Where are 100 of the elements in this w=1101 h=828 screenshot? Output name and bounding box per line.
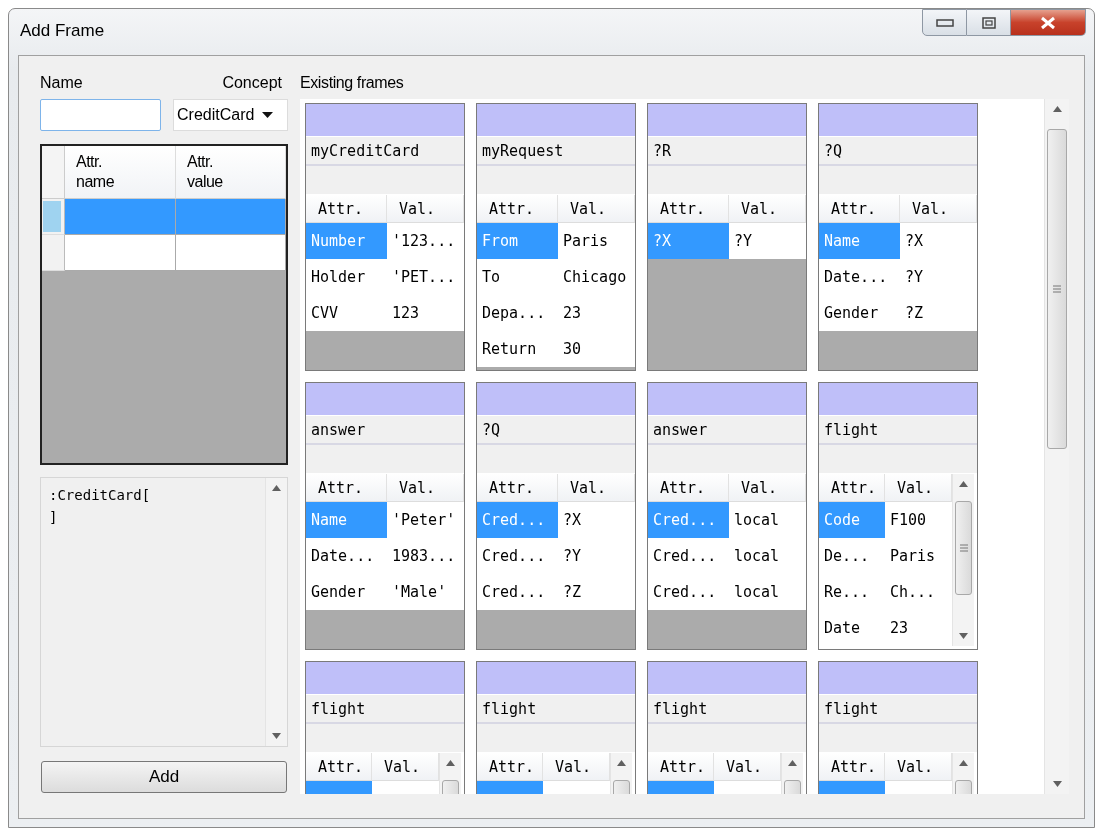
frame-card[interactable]: ?Q Attr. Val. Name ?X Date... ?Y Gender ?Z [818,103,978,371]
table-cell[interactable]: Cred... [477,574,558,610]
scroll-up-icon[interactable] [1052,106,1062,112]
column-header: Attr. [648,474,729,502]
frame-name: flight [648,694,806,724]
table-cell[interactable]: Cred... [477,538,558,574]
column-header: Attr. value [176,146,286,199]
table-cell[interactable]: Gender [819,295,900,331]
table-cell[interactable]: ?Z [558,574,635,610]
table-cell[interactable]: 23 [558,295,635,331]
table-cell[interactable]: Holder [306,259,387,295]
table-cell[interactable]: Cred... [648,538,729,574]
table-cell[interactable]: Date... [306,538,387,574]
row-header[interactable] [42,235,65,271]
table-cell[interactable]: local [729,538,806,574]
frame-card[interactable]: answer Attr. Val. Name 'Peter' Date... 1983... Gender 'Male' [305,382,465,650]
section-label: Existing frames [300,74,405,93]
table-cell[interactable]: 'Peter' [387,502,464,538]
column-header: Val. [729,195,806,223]
column-header: Attr. [306,474,387,502]
table-cell[interactable]: Depa... [477,295,558,331]
scroll-up-icon[interactable] [617,760,626,766]
scrollbar[interactable] [952,474,974,646]
table-cell[interactable]: Paris [558,223,635,259]
close-button[interactable] [1011,9,1086,36]
frame-card[interactable]: myCreditCard Attr. Val. Number '123... Holder 'PET... CVV 123 [305,103,465,371]
column-header: Attr. [819,753,885,781]
table-cell[interactable]: 'Male' [387,574,464,610]
table-cell[interactable] [176,235,286,271]
minimize-button[interactable] [922,9,967,36]
corner-header [42,146,65,199]
scrollbar-thumb[interactable] [955,501,972,595]
table-cell[interactable]: 1983... [387,538,464,574]
scroll-up-icon[interactable] [788,760,797,766]
frame-name: ?Q [477,415,635,445]
frame-card[interactable]: flight Attr. Val. [476,661,636,794]
column-header: Attr. [306,753,372,781]
column-header: Val. [558,474,635,502]
table-cell[interactable]: ?X [558,502,635,538]
scrollbar-thumb[interactable] [1047,129,1067,449]
maximize-icon [981,16,996,29]
table-cell[interactable]: local [729,574,806,610]
frame-card[interactable]: ?R Attr. Val. ?X ?Y [647,103,807,371]
frame-card[interactable]: flight Attr. Val. [305,661,465,794]
concept-dropdown[interactable]: CreditCard [173,99,288,131]
table-cell[interactable]: ?Z [900,295,977,331]
table-cell[interactable] [65,199,176,235]
table-cell[interactable]: ?X [900,223,977,259]
name-label: Name [40,74,83,93]
scroll-up-icon[interactable] [959,760,968,766]
frame-name: myRequest [477,136,635,166]
scroll-down-icon[interactable] [959,633,968,639]
frame-card[interactable]: flight Attr. Val. [647,661,807,794]
frame-name: flight [819,694,977,724]
table-cell[interactable]: CVV [306,295,387,331]
frame-card[interactable]: flight Attr. Val. Code F100 De... Paris Re... Ch... Date 23 [818,382,978,650]
window-title: Add Frame [20,21,105,41]
table-cell[interactable] [65,235,176,271]
table-cell[interactable]: ?Y [900,259,977,295]
column-header: Attr. [819,195,900,223]
frame-card[interactable]: answer Attr. Val. Cred... local Cred... local Cred... local [647,382,807,650]
minimize-icon [935,18,954,27]
column-header: Val. [885,474,952,502]
frame-card[interactable]: myRequest Attr. Val. From Paris To Chicago Depa... 23 Return 30 [476,103,636,371]
column-header: Val. [387,195,464,223]
table-cell[interactable]: 30 [558,331,635,367]
column-header: Attr. [819,474,885,502]
scroll-up-icon[interactable] [446,760,455,766]
table-cell[interactable]: 123 [387,295,464,331]
row-header[interactable] [42,199,65,235]
table-cell[interactable]: '123... [387,223,464,259]
table-cell[interactable]: Date... [819,259,900,295]
add-button[interactable]: Add [41,761,287,793]
grip-icon [959,544,968,552]
table-cell[interactable]: To [477,259,558,295]
scroll-up-icon[interactable] [959,481,968,487]
column-header: Attr. [306,195,387,223]
table-cell[interactable] [176,199,286,235]
frame-card[interactable]: ?Q Attr. Val. Cred... ?X Cred... ?Y Cred... ?Z [476,382,636,650]
scroll-down-icon[interactable] [272,733,281,739]
table-cell[interactable]: 'PET... [387,259,464,295]
maximize-button[interactable] [967,9,1011,36]
column-header: Val. [387,474,464,502]
column-header: Attr. name [65,146,176,199]
name-field[interactable] [40,99,161,131]
table-cell[interactable]: Cred... [648,574,729,610]
table-cell[interactable]: ?Y [558,538,635,574]
column-header: Attr. [477,474,558,502]
table-cell[interactable]: Chicago [558,259,635,295]
scroll-down-icon[interactable] [1052,781,1062,787]
table-cell[interactable]: local [729,502,806,538]
table-cell[interactable]: ?Y [729,223,806,259]
frame-name: ?Q [819,136,977,166]
column-header: Attr. [648,195,729,223]
column-header: Attr. [648,753,714,781]
table-cell[interactable]: Return [477,331,558,367]
table-cell[interactable]: Gender [306,574,387,610]
frame-card[interactable]: flight Attr. Val. [818,661,978,794]
scroll-up-icon[interactable] [272,485,281,491]
caret-icon [262,112,274,118]
